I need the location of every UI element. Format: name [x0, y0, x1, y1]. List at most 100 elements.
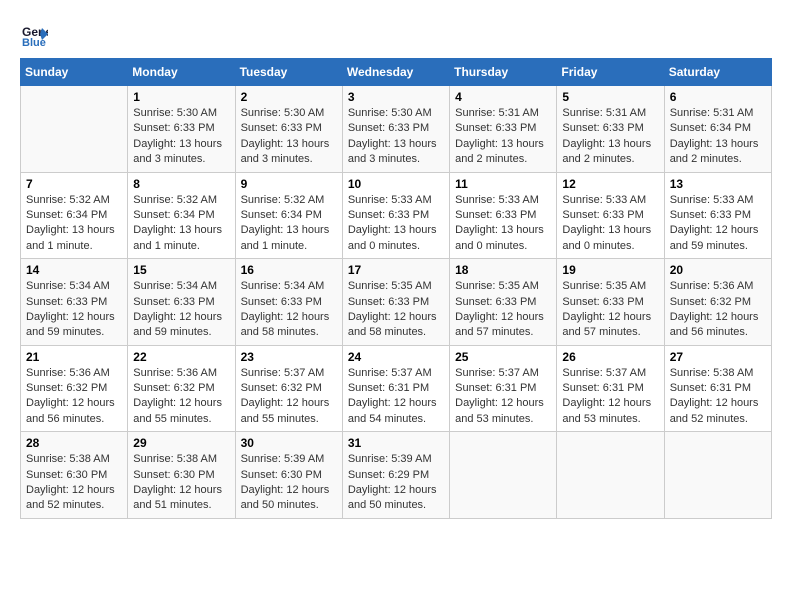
day-info: Sunrise: 5:30 AM Sunset: 6:33 PM Dayligh… — [348, 106, 444, 168]
day-info: Sunrise: 5:37 AM Sunset: 6:31 PM Dayligh… — [562, 366, 658, 428]
calendar-cell: 4 Sunrise: 5:31 AM Sunset: 6:33 PM Daylig… — [450, 86, 557, 173]
day-number: 18 — [455, 263, 551, 277]
day-info: Sunrise: 5:37 AM Sunset: 6:32 PM Dayligh… — [241, 366, 337, 428]
day-info: Sunrise: 5:32 AM Sunset: 6:34 PM Dayligh… — [133, 193, 229, 255]
day-number: 22 — [133, 350, 229, 364]
calendar-cell: 6 Sunrise: 5:31 AM Sunset: 6:34 PM Daylig… — [664, 86, 771, 173]
calendar-cell: 16 Sunrise: 5:34 AM Sunset: 6:33 PM Dayli… — [235, 259, 342, 346]
day-info: Sunrise: 5:39 AM Sunset: 6:30 PM Dayligh… — [241, 452, 337, 514]
calendar-week-row: 14 Sunrise: 5:34 AM Sunset: 6:33 PM Dayli… — [21, 259, 772, 346]
calendar-table: SundayMondayTuesdayWednesdayThursdayFrid… — [20, 58, 772, 519]
day-number: 8 — [133, 177, 229, 191]
day-info: Sunrise: 5:32 AM Sunset: 6:34 PM Dayligh… — [241, 193, 337, 255]
day-number: 7 — [26, 177, 122, 191]
calendar-cell: 24 Sunrise: 5:37 AM Sunset: 6:31 PM Dayli… — [342, 345, 449, 432]
day-number: 6 — [670, 90, 766, 104]
weekday-header: Wednesday — [342, 59, 449, 86]
day-number: 10 — [348, 177, 444, 191]
day-number: 24 — [348, 350, 444, 364]
day-info: Sunrise: 5:39 AM Sunset: 6:29 PM Dayligh… — [348, 452, 444, 514]
day-number: 9 — [241, 177, 337, 191]
calendar-cell: 22 Sunrise: 5:36 AM Sunset: 6:32 PM Dayli… — [128, 345, 235, 432]
day-info: Sunrise: 5:30 AM Sunset: 6:33 PM Dayligh… — [133, 106, 229, 168]
day-number: 30 — [241, 436, 337, 450]
calendar-cell: 28 Sunrise: 5:38 AM Sunset: 6:30 PM Dayli… — [21, 432, 128, 519]
calendar-cell: 17 Sunrise: 5:35 AM Sunset: 6:33 PM Dayli… — [342, 259, 449, 346]
calendar-cell: 15 Sunrise: 5:34 AM Sunset: 6:33 PM Dayli… — [128, 259, 235, 346]
day-number: 20 — [670, 263, 766, 277]
calendar-cell — [450, 432, 557, 519]
weekday-header: Friday — [557, 59, 664, 86]
weekday-header: Saturday — [664, 59, 771, 86]
weekday-header: Tuesday — [235, 59, 342, 86]
calendar-cell: 19 Sunrise: 5:35 AM Sunset: 6:33 PM Dayli… — [557, 259, 664, 346]
calendar-cell — [664, 432, 771, 519]
day-number: 29 — [133, 436, 229, 450]
day-info: Sunrise: 5:37 AM Sunset: 6:31 PM Dayligh… — [348, 366, 444, 428]
day-number: 11 — [455, 177, 551, 191]
calendar-cell: 9 Sunrise: 5:32 AM Sunset: 6:34 PM Daylig… — [235, 172, 342, 259]
calendar-cell: 31Sunrise: 5:39 AM Sunset: 6:29 PM Dayli… — [342, 432, 449, 519]
calendar-cell: 13Sunrise: 5:33 AM Sunset: 6:33 PM Dayli… — [664, 172, 771, 259]
day-info: Sunrise: 5:36 AM Sunset: 6:32 PM Dayligh… — [133, 366, 229, 428]
calendar-week-row: 7 Sunrise: 5:32 AM Sunset: 6:34 PM Daylig… — [21, 172, 772, 259]
calendar-cell: 3 Sunrise: 5:30 AM Sunset: 6:33 PM Daylig… — [342, 86, 449, 173]
calendar-cell: 21 Sunrise: 5:36 AM Sunset: 6:32 PM Dayli… — [21, 345, 128, 432]
calendar-cell: 25Sunrise: 5:37 AM Sunset: 6:31 PM Dayli… — [450, 345, 557, 432]
day-info: Sunrise: 5:38 AM Sunset: 6:30 PM Dayligh… — [26, 452, 122, 514]
day-number: 19 — [562, 263, 658, 277]
day-number: 23 — [241, 350, 337, 364]
day-number: 12 — [562, 177, 658, 191]
day-info: Sunrise: 5:33 AM Sunset: 6:33 PM Dayligh… — [562, 193, 658, 255]
day-number: 28 — [26, 436, 122, 450]
calendar-week-row: 28 Sunrise: 5:38 AM Sunset: 6:30 PM Dayli… — [21, 432, 772, 519]
calendar-cell: 20 Sunrise: 5:36 AM Sunset: 6:32 PM Dayli… — [664, 259, 771, 346]
day-info: Sunrise: 5:36 AM Sunset: 6:32 PM Dayligh… — [26, 366, 122, 428]
day-info: Sunrise: 5:38 AM Sunset: 6:31 PM Dayligh… — [670, 366, 766, 428]
logo-icon: General Blue — [20, 20, 48, 48]
calendar-cell: 14 Sunrise: 5:34 AM Sunset: 6:33 PM Dayli… — [21, 259, 128, 346]
day-info: Sunrise: 5:33 AM Sunset: 6:33 PM Dayligh… — [670, 193, 766, 255]
calendar-cell: 5 Sunrise: 5:31 AM Sunset: 6:33 PM Daylig… — [557, 86, 664, 173]
day-info: Sunrise: 5:35 AM Sunset: 6:33 PM Dayligh… — [562, 279, 658, 341]
day-info: Sunrise: 5:34 AM Sunset: 6:33 PM Dayligh… — [241, 279, 337, 341]
day-number: 1 — [133, 90, 229, 104]
calendar-cell: 30 Sunrise: 5:39 AM Sunset: 6:30 PM Dayli… — [235, 432, 342, 519]
day-number: 16 — [241, 263, 337, 277]
day-number: 15 — [133, 263, 229, 277]
day-info: Sunrise: 5:30 AM Sunset: 6:33 PM Dayligh… — [241, 106, 337, 168]
calendar-cell: 26 Sunrise: 5:37 AM Sunset: 6:31 PM Dayli… — [557, 345, 664, 432]
calendar-cell: 29Sunrise: 5:38 AM Sunset: 6:30 PM Dayli… — [128, 432, 235, 519]
day-info: Sunrise: 5:36 AM Sunset: 6:32 PM Dayligh… — [670, 279, 766, 341]
day-number: 25 — [455, 350, 551, 364]
calendar-cell: 1 Sunrise: 5:30 AM Sunset: 6:33 PM Daylig… — [128, 86, 235, 173]
day-number: 17 — [348, 263, 444, 277]
calendar-cell — [21, 86, 128, 173]
day-number: 5 — [562, 90, 658, 104]
day-number: 14 — [26, 263, 122, 277]
day-number: 4 — [455, 90, 551, 104]
day-number: 3 — [348, 90, 444, 104]
day-number: 21 — [26, 350, 122, 364]
calendar-cell: 18Sunrise: 5:35 AM Sunset: 6:33 PM Dayli… — [450, 259, 557, 346]
calendar-week-row: 1 Sunrise: 5:30 AM Sunset: 6:33 PM Daylig… — [21, 86, 772, 173]
day-info: Sunrise: 5:33 AM Sunset: 6:33 PM Dayligh… — [455, 193, 551, 255]
calendar-cell: 23 Sunrise: 5:37 AM Sunset: 6:32 PM Dayli… — [235, 345, 342, 432]
page-header: General Blue — [20, 20, 772, 48]
calendar-cell — [557, 432, 664, 519]
day-info: Sunrise: 5:34 AM Sunset: 6:33 PM Dayligh… — [133, 279, 229, 341]
day-number: 27 — [670, 350, 766, 364]
calendar-cell: 12 Sunrise: 5:33 AM Sunset: 6:33 PM Dayli… — [557, 172, 664, 259]
calendar-cell: 8 Sunrise: 5:32 AM Sunset: 6:34 PM Daylig… — [128, 172, 235, 259]
day-info: Sunrise: 5:33 AM Sunset: 6:33 PM Dayligh… — [348, 193, 444, 255]
day-info: Sunrise: 5:35 AM Sunset: 6:33 PM Dayligh… — [348, 279, 444, 341]
day-info: Sunrise: 5:31 AM Sunset: 6:33 PM Dayligh… — [562, 106, 658, 168]
day-info: Sunrise: 5:31 AM Sunset: 6:33 PM Dayligh… — [455, 106, 551, 168]
day-info: Sunrise: 5:32 AM Sunset: 6:34 PM Dayligh… — [26, 193, 122, 255]
calendar-cell: 2Sunrise: 5:30 AM Sunset: 6:33 PM Daylig… — [235, 86, 342, 173]
day-number: 26 — [562, 350, 658, 364]
day-info: Sunrise: 5:31 AM Sunset: 6:34 PM Dayligh… — [670, 106, 766, 168]
calendar-cell: 27 Sunrise: 5:38 AM Sunset: 6:31 PM Dayli… — [664, 345, 771, 432]
calendar-week-row: 21 Sunrise: 5:36 AM Sunset: 6:32 PM Dayli… — [21, 345, 772, 432]
day-info: Sunrise: 5:34 AM Sunset: 6:33 PM Dayligh… — [26, 279, 122, 341]
